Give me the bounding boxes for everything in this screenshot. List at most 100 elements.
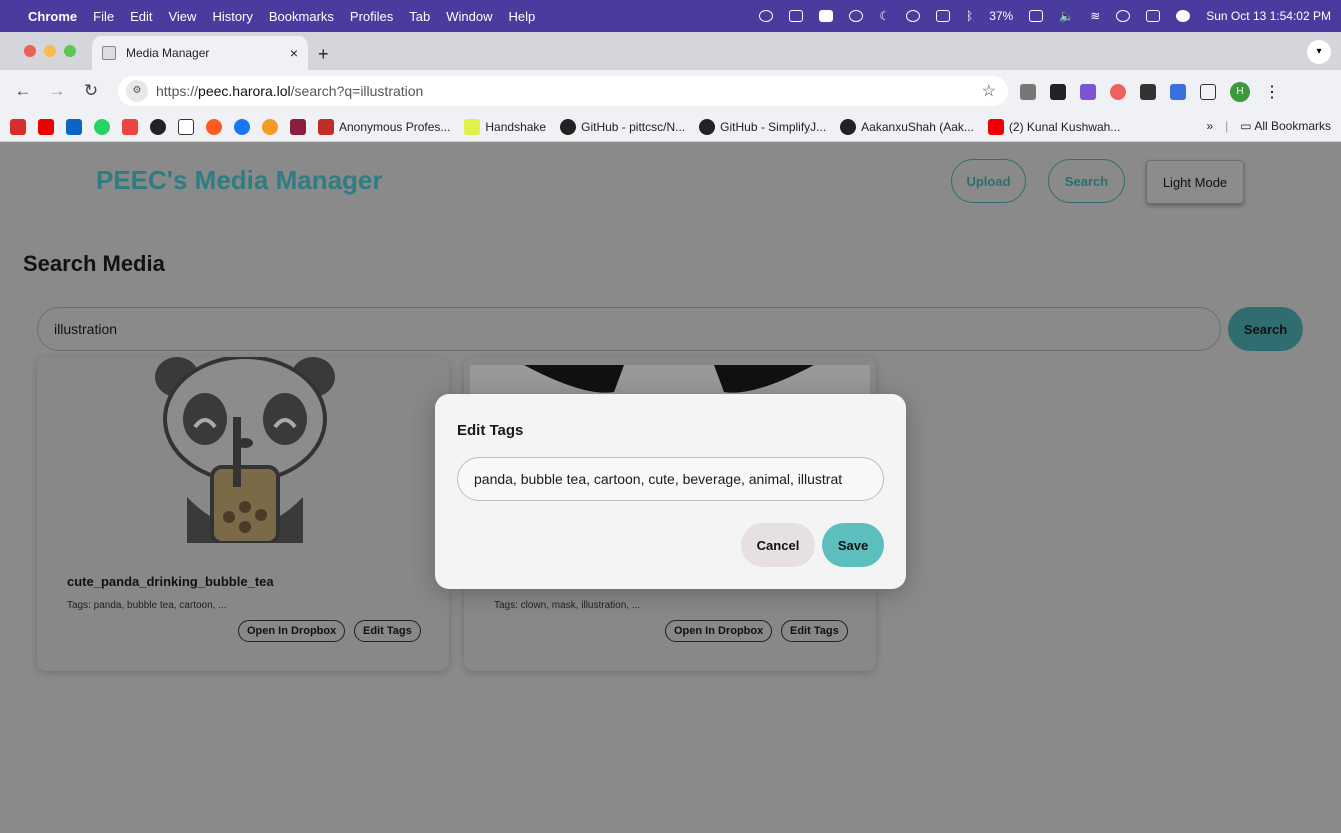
menu-window[interactable]: Window bbox=[446, 9, 492, 24]
media-filename: cute_panda_drinking_bubble_tea bbox=[67, 574, 274, 589]
menu-edit[interactable]: Edit bbox=[130, 9, 152, 24]
extensions-area: H ⋮ bbox=[1020, 82, 1280, 102]
bookmark-github-icon[interactable] bbox=[150, 118, 166, 135]
github-icon bbox=[699, 118, 716, 135]
bookmark-favicon-icon bbox=[318, 118, 334, 135]
extensions-puzzle-icon[interactable] bbox=[1200, 84, 1216, 100]
save-button[interactable]: Save bbox=[822, 523, 884, 567]
address-bar[interactable]: ⚙ https:// peec.harora.lol /search?q=ill… bbox=[118, 76, 1008, 106]
airdrop-icon[interactable] bbox=[906, 10, 920, 22]
tab-strip: Media Manager × + ▾ bbox=[0, 32, 1341, 70]
bookmark-item[interactable]: GitHub - pittcsc/N... bbox=[560, 118, 686, 135]
edit-tags-button[interactable]: Edit Tags bbox=[781, 620, 848, 642]
maximize-window-button[interactable] bbox=[64, 45, 76, 57]
bookmark-asu-icon[interactable] bbox=[290, 118, 306, 135]
moon-icon[interactable]: ☾ bbox=[879, 9, 890, 23]
bookmark-n-icon[interactable] bbox=[10, 118, 26, 135]
bookmark-label: (2) Kunal Kushwah... bbox=[1008, 119, 1121, 134]
extension-3-icon[interactable] bbox=[1080, 84, 1096, 100]
brand-title: PEEC's Media Manager bbox=[96, 165, 383, 195]
status-app-icon[interactable] bbox=[759, 10, 774, 22]
tab-search-chevron-icon[interactable]: ▾ bbox=[1307, 40, 1331, 64]
upload-button[interactable]: Upload bbox=[951, 159, 1026, 203]
back-arrow-icon[interactable]: ← bbox=[12, 81, 34, 101]
menu-app-chrome[interactable]: Chrome bbox=[28, 9, 77, 24]
site-info-icon[interactable]: ⚙ bbox=[126, 80, 148, 102]
close-tab-icon[interactable]: × bbox=[290, 45, 298, 61]
menu-file[interactable]: File bbox=[93, 9, 114, 24]
extension-1-icon[interactable] bbox=[1020, 84, 1036, 100]
forward-arrow-icon[interactable]: → bbox=[46, 81, 68, 101]
extension-6-icon[interactable] bbox=[1170, 84, 1186, 100]
bookmark-label: GitHub - pittcsc/N... bbox=[581, 119, 686, 134]
menu-view[interactable]: View bbox=[168, 9, 196, 24]
all-bookmarks-button[interactable]: ▭ All Bookmarks bbox=[1240, 119, 1331, 133]
window-controls bbox=[24, 45, 76, 57]
profile-avatar[interactable]: H bbox=[1230, 82, 1250, 102]
url-path: /search?q=illustration bbox=[290, 83, 424, 99]
menu-profiles[interactable]: Profiles bbox=[350, 9, 393, 24]
url-host: peec.harora.lol bbox=[198, 83, 291, 99]
open-in-dropbox-button[interactable]: Open In Dropbox bbox=[238, 620, 346, 642]
tags-input[interactable]: panda, bubble tea, cartoon, cute, bevera… bbox=[457, 457, 884, 501]
tab-media-manager[interactable]: Media Manager × bbox=[92, 36, 308, 70]
menu-bookmarks[interactable]: Bookmarks bbox=[269, 9, 334, 24]
reload-icon[interactable]: ↻ bbox=[80, 81, 102, 101]
media-card: cute_panda_drinking_bubble_tea Tags: pan… bbox=[37, 357, 449, 671]
edit-tags-button[interactable]: Edit Tags bbox=[354, 620, 421, 642]
menu-clock[interactable]: Sun Oct 13 1:54:02 PM bbox=[1206, 9, 1331, 23]
volume-icon[interactable]: 🔈 bbox=[1059, 9, 1074, 23]
bookmark-item[interactable]: GitHub - SimplifyJ... bbox=[699, 118, 826, 135]
bookmark-amazon-icon[interactable] bbox=[178, 118, 194, 135]
open-in-dropbox-button[interactable]: Open In Dropbox bbox=[665, 620, 773, 642]
menu-history[interactable]: History bbox=[212, 9, 252, 24]
shield-icon[interactable] bbox=[819, 10, 834, 22]
close-window-button[interactable] bbox=[24, 45, 36, 57]
bookmark-label: Handshake bbox=[485, 119, 547, 134]
url-scheme: https:// bbox=[156, 83, 199, 99]
more-bookmarks-icon[interactable]: » bbox=[1206, 119, 1213, 133]
bookmark-youtube-icon[interactable] bbox=[38, 118, 54, 135]
chrome-menu-icon[interactable]: ⋮ bbox=[1264, 82, 1280, 102]
extension-4-icon[interactable] bbox=[1110, 84, 1126, 100]
bluetooth-icon[interactable]: ᛒ bbox=[966, 9, 973, 23]
user-icon[interactable] bbox=[1116, 10, 1131, 22]
battery-percent[interactable]: 37% bbox=[989, 9, 1013, 23]
folder-icon: ▭ bbox=[1240, 119, 1255, 133]
bookmark-item[interactable]: (2) Kunal Kushwah... bbox=[987, 118, 1121, 135]
tab-title: Media Manager bbox=[126, 46, 210, 60]
cancel-button[interactable]: Cancel bbox=[741, 523, 815, 567]
keyboard-icon[interactable] bbox=[936, 10, 950, 22]
menu-tab[interactable]: Tab bbox=[409, 9, 430, 24]
bookmark-linkedin-icon[interactable] bbox=[66, 118, 82, 135]
battery-icon[interactable] bbox=[1029, 10, 1044, 22]
new-tab-button[interactable]: + bbox=[318, 44, 329, 65]
minimize-window-button[interactable] bbox=[44, 45, 56, 57]
bookmark-arrow-icon[interactable] bbox=[122, 118, 138, 135]
siri-icon[interactable] bbox=[1176, 10, 1191, 22]
bookmark-facebook-icon[interactable] bbox=[234, 118, 250, 135]
bookmark-item[interactable]: Anonymous Profes... bbox=[318, 118, 450, 135]
bookmark-item[interactable]: AakanxuShah (Aak... bbox=[840, 118, 974, 135]
panda-favicon-icon bbox=[102, 46, 116, 60]
search-input[interactable]: illustration bbox=[37, 307, 1221, 351]
header-search-button[interactable]: Search bbox=[1048, 159, 1125, 203]
bookmark-wheel-icon[interactable] bbox=[262, 118, 278, 135]
menu-help[interactable]: Help bbox=[509, 9, 536, 24]
bookmark-item[interactable]: Handshake bbox=[464, 118, 547, 135]
bookmark-star-icon[interactable]: ☆ bbox=[982, 81, 996, 101]
light-mode-button[interactable]: Light Mode bbox=[1146, 160, 1244, 204]
github-icon bbox=[560, 118, 577, 135]
control-center-icon[interactable] bbox=[1146, 10, 1161, 22]
extension-2-icon[interactable] bbox=[1050, 84, 1066, 100]
bookmark-whatsapp-icon[interactable] bbox=[94, 118, 110, 135]
search-submit-button[interactable]: Search bbox=[1228, 307, 1303, 351]
extension-5-icon[interactable] bbox=[1140, 84, 1156, 100]
play-icon[interactable] bbox=[849, 10, 864, 22]
status-window-icon[interactable] bbox=[789, 10, 804, 22]
media-tags: Tags: panda, bubble tea, cartoon, ... bbox=[67, 600, 227, 611]
wifi-icon[interactable]: ≋ bbox=[1090, 9, 1100, 23]
search-heading: Search Media bbox=[23, 251, 165, 276]
bookmark-reddit-icon[interactable] bbox=[206, 118, 222, 135]
bookmarks-divider: | bbox=[1225, 119, 1229, 133]
